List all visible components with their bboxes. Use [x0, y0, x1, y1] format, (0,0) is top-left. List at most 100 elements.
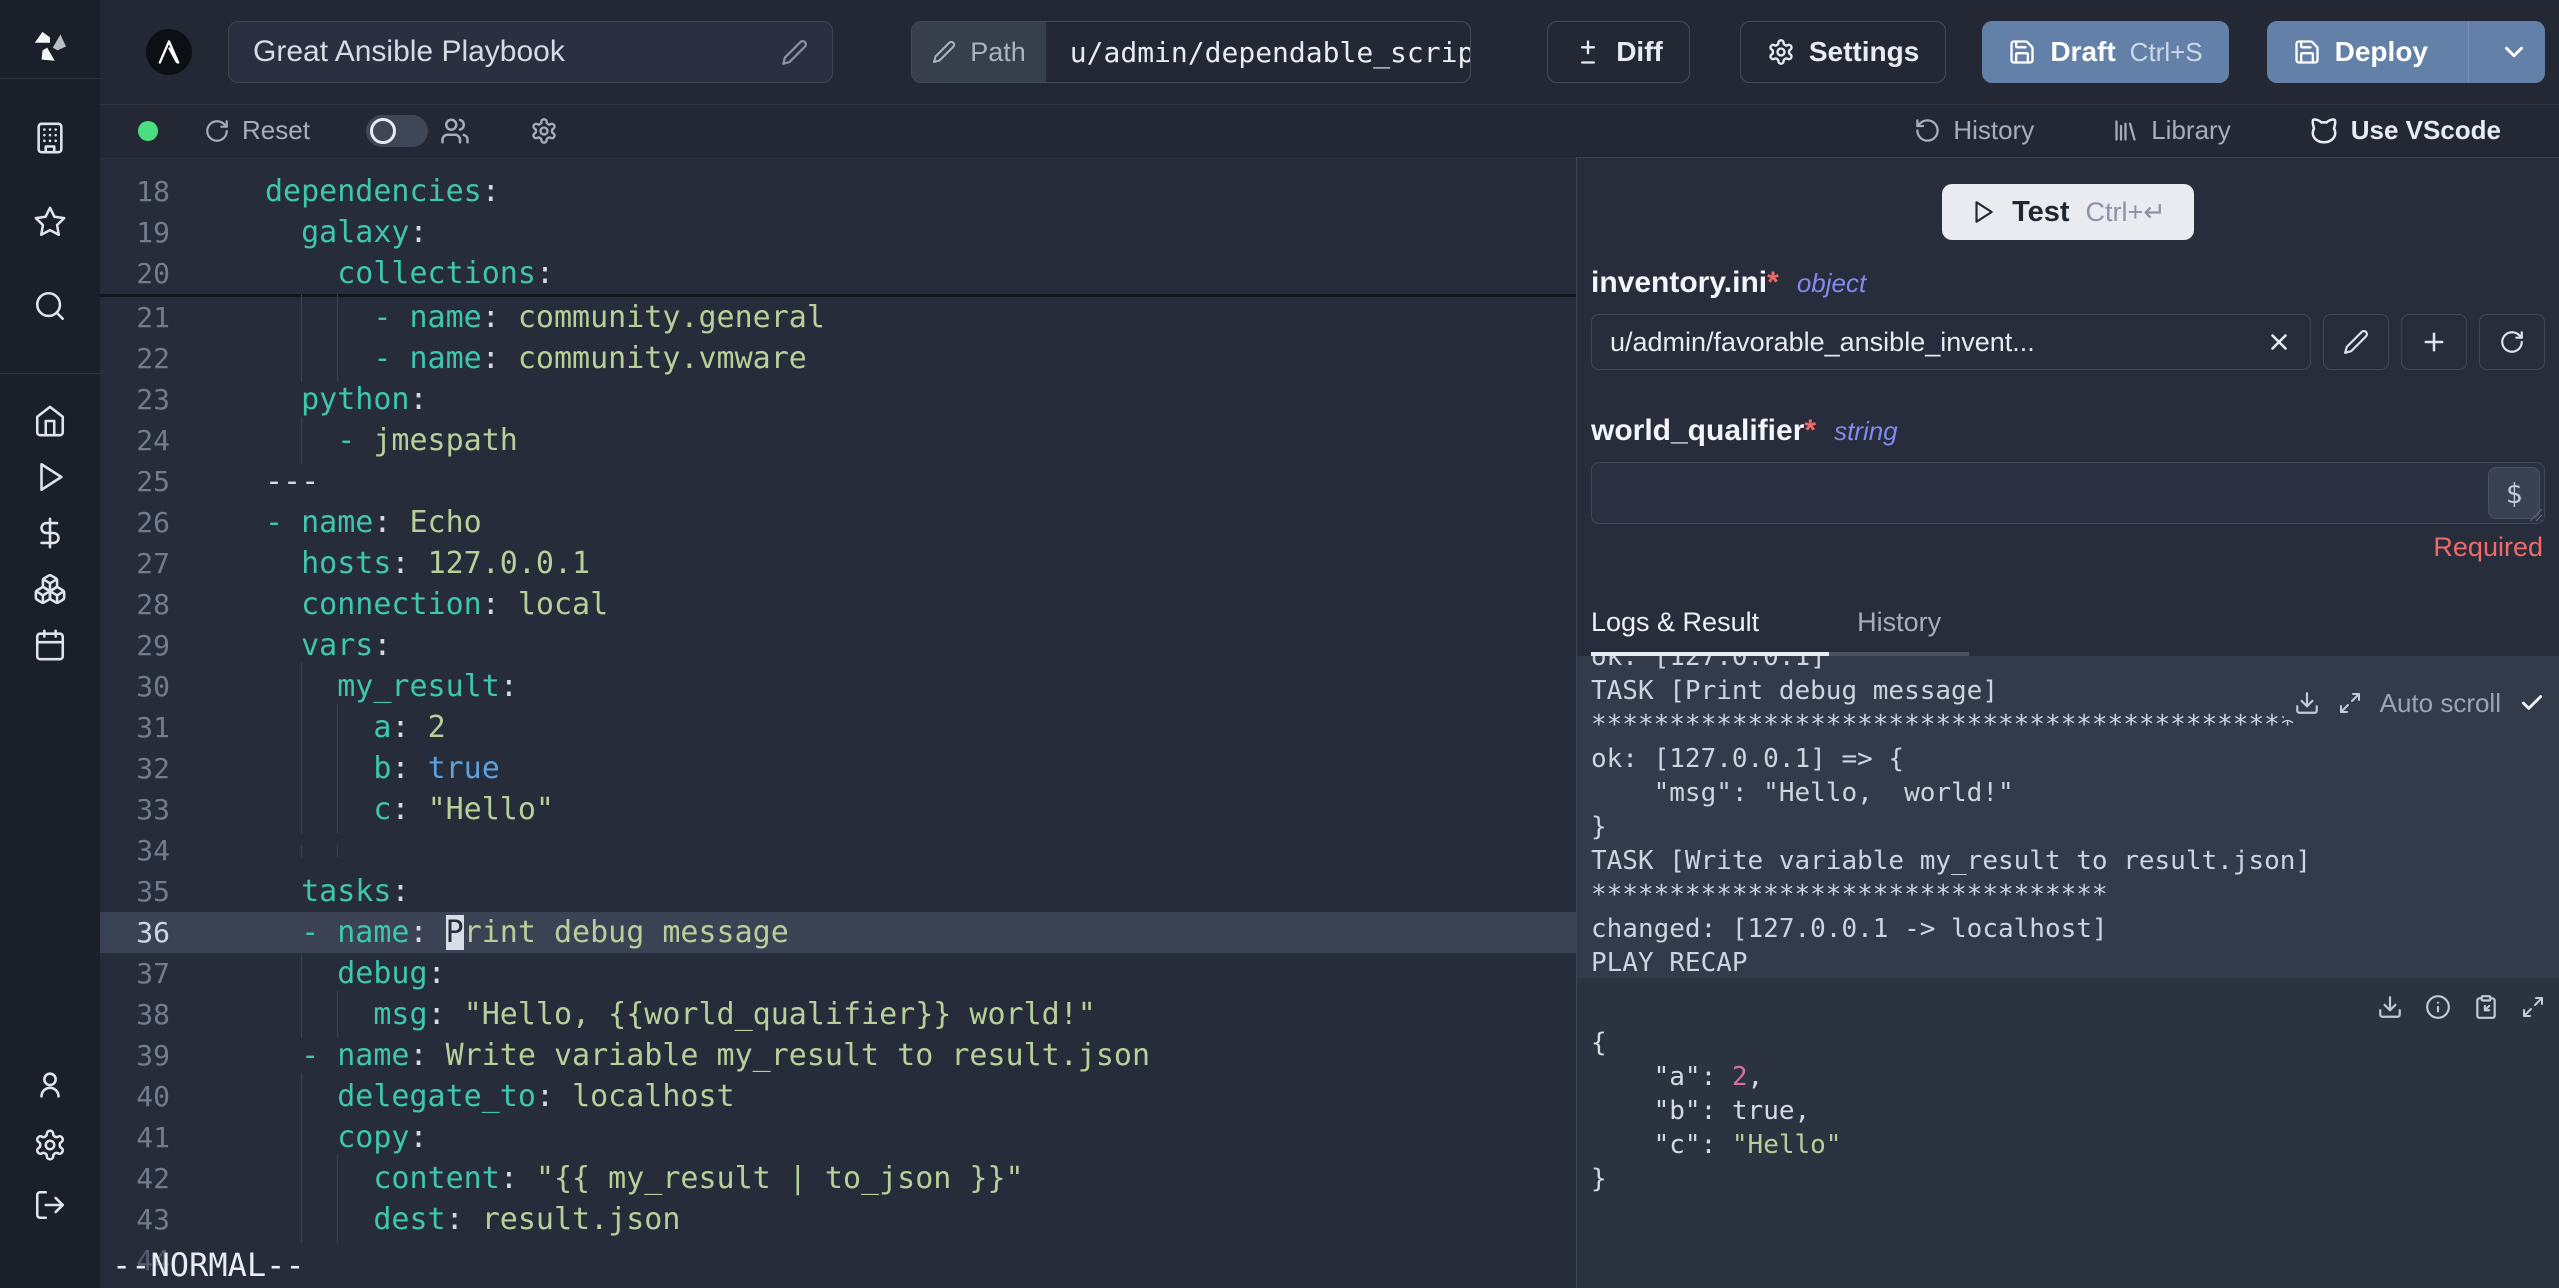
windmill-logo[interactable]: [24, 14, 76, 78]
line-number: 20: [136, 257, 170, 290]
building-icon[interactable]: [33, 121, 67, 155]
line-number: 41: [136, 1121, 170, 1154]
reset-button[interactable]: Reset: [204, 115, 310, 146]
refresh-resource-button[interactable]: [2479, 314, 2545, 370]
world-qualifier-input[interactable]: [1591, 462, 2545, 524]
deploy-dropdown-button[interactable]: [2483, 21, 2545, 83]
library-button[interactable]: Library: [2112, 115, 2231, 146]
inventory-resource-input[interactable]: u/admin/favorable_ansible_invent...: [1591, 314, 2311, 370]
indent-guide: [301, 950, 303, 997]
code-line[interactable]: 28 connection: local: [100, 584, 1576, 625]
code-text: a: 2: [265, 704, 446, 751]
code-line[interactable]: 32 b: true: [100, 745, 1576, 792]
result-json-line: "a": 2,: [1591, 1062, 1764, 1092]
code-line[interactable]: 23 python:: [100, 379, 1576, 420]
tab-history[interactable]: History: [1829, 607, 1970, 656]
line-number: 42: [136, 1162, 170, 1195]
users-icon[interactable]: [440, 116, 470, 146]
code-line[interactable]: 43 dest: result.json: [100, 1196, 1576, 1243]
code-text: content: "{{ my_result | to_json }}": [265, 1155, 1024, 1202]
expand-icon[interactable]: [2521, 995, 2545, 1019]
log-line: TASK [Write variable my_result to result…: [1591, 846, 2312, 876]
dollar-label: $: [2505, 476, 2523, 510]
code-line-current[interactable]: 36 - name: Print debug message: [100, 912, 1576, 953]
check-icon[interactable]: [2519, 690, 2545, 716]
result-json: { "a": 2, "b": true, "c": "Hello"}: [1591, 1026, 2545, 1196]
expand-icon[interactable]: [2338, 691, 2362, 715]
line-number: 25: [136, 465, 170, 498]
code-line[interactable]: 34: [100, 830, 1576, 871]
editor-settings-gear-icon[interactable]: [530, 117, 558, 145]
edit-resource-button[interactable]: [2323, 314, 2389, 370]
download-icon[interactable]: [2294, 690, 2320, 716]
pencil-icon[interactable]: [781, 39, 808, 66]
code-line[interactable]: 18 dependencies:: [100, 171, 1576, 212]
code-line[interactable]: 44: [100, 1240, 1576, 1281]
gear-icon: [1767, 38, 1795, 66]
code-text: vars:: [301, 628, 392, 663]
diff-button[interactable]: Diff: [1547, 21, 1690, 83]
code-line[interactable]: 20 collections:: [100, 253, 1576, 294]
settings-icon[interactable]: [33, 1128, 67, 1162]
test-button[interactable]: Test Ctrl+↵: [1942, 184, 2194, 240]
code-line[interactable]: 33 c: "Hello": [100, 786, 1576, 833]
code-line[interactable]: 42 content: "{{ my_result | to_json }}": [100, 1155, 1576, 1202]
code-line[interactable]: 22 - name: community.vmware: [100, 335, 1576, 382]
indent-guide: [301, 1155, 303, 1202]
history-button[interactable]: History: [1914, 115, 2034, 146]
code-line[interactable]: 40 delegate_to: localhost: [100, 1073, 1576, 1120]
inventory-field-type: object: [1796, 268, 1867, 298]
clipboard-copy-icon[interactable]: [2473, 994, 2499, 1020]
path-value[interactable]: u/admin/dependable_script: [1046, 22, 1470, 82]
code-editor[interactable]: 18 dependencies: 19 galaxy: 20 collections:…: [100, 157, 1577, 1288]
tab-logs-result[interactable]: Logs & Result: [1591, 607, 1830, 656]
script-title-field[interactable]: Great Ansible Playbook: [228, 21, 834, 83]
code-line[interactable]: 31 a: 2: [100, 704, 1576, 751]
log-line: }: [1591, 812, 1607, 842]
deploy-button[interactable]: Deploy: [2267, 21, 2454, 83]
code-line[interactable]: 30 my_result:: [100, 663, 1576, 710]
indent-guide: [301, 786, 303, 833]
plus-icon: [2420, 328, 2448, 356]
draft-shortcut: Ctrl+S: [2129, 36, 2203, 67]
variable-picker-button[interactable]: $: [2488, 467, 2540, 519]
log-out-icon[interactable]: [33, 1188, 67, 1222]
assistant-toggle[interactable]: [365, 114, 428, 147]
draft-button[interactable]: Draft Ctrl+S: [1982, 21, 2229, 83]
star-icon[interactable]: [33, 205, 67, 239]
user-icon[interactable]: [33, 1068, 67, 1102]
vim-block-cursor: P: [445, 915, 464, 950]
download-icon[interactable]: [2377, 994, 2403, 1020]
code-line[interactable]: 25 ---: [100, 461, 1576, 502]
search-icon[interactable]: [33, 289, 67, 323]
logs-pane[interactable]: ok: [127.0.0.1] TASK [Print debug message…: [1577, 656, 2559, 978]
code-line[interactable]: 37 debug:: [100, 950, 1576, 997]
code-line[interactable]: 38 msg: "Hello, {{world_qualifier}} worl…: [100, 991, 1576, 1038]
code-line[interactable]: 19 galaxy:: [100, 212, 1576, 253]
code-line[interactable]: 24 - jmespath: [100, 417, 1576, 464]
settings-button[interactable]: Settings: [1739, 21, 1947, 83]
code-line[interactable]: 27 hosts: 127.0.0.1: [100, 543, 1576, 584]
path-field[interactable]: Path u/admin/dependable_script: [911, 21, 1472, 83]
use-vscode-button[interactable]: Use VScode: [2309, 115, 2501, 146]
dollar-sign-icon[interactable]: [33, 516, 67, 550]
boxes-icon[interactable]: [33, 572, 67, 606]
line-number: 36: [136, 916, 170, 949]
code-line[interactable]: 29 vars:: [100, 625, 1576, 666]
code-line[interactable]: 41 copy:: [100, 1114, 1576, 1161]
code-line[interactable]: 26 - name: Echo: [100, 502, 1576, 543]
home-icon[interactable]: [33, 404, 67, 438]
code-line[interactable]: 39 - name: Write variable my_result to r…: [100, 1035, 1576, 1076]
result-pane[interactable]: { "a": 2, "b": true, "c": "Hello"}: [1577, 978, 2559, 1288]
calendar-icon[interactable]: [33, 628, 67, 662]
log-line: changed: [127.0.0.1 -> localhost]: [1591, 914, 2108, 944]
indent-guide: [337, 1196, 339, 1243]
close-icon[interactable]: [2266, 329, 2292, 355]
play-icon[interactable]: [33, 460, 67, 494]
add-resource-button[interactable]: [2401, 314, 2467, 370]
code-line[interactable]: 21 - name: community.general: [100, 294, 1576, 341]
pencil-icon: [2343, 329, 2369, 355]
line-number: 18: [136, 175, 170, 208]
info-icon[interactable]: [2425, 994, 2451, 1020]
code-line[interactable]: 35 tasks:: [100, 871, 1576, 912]
